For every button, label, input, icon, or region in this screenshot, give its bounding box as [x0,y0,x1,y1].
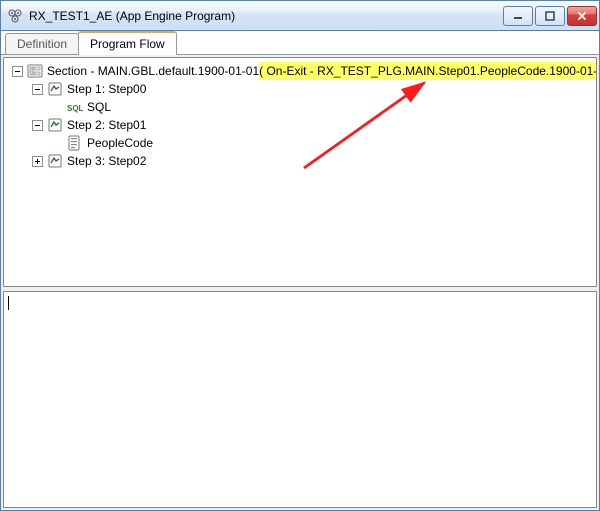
expando-plus-icon[interactable] [32,156,43,167]
minimize-button[interactable] [503,6,533,26]
detail-pane[interactable] [3,291,597,508]
window-title: RX_TEST1_AE (App Engine Program) [29,9,501,23]
app-engine-icon [7,8,23,24]
step2-node[interactable]: Step 2: Step01 [32,116,592,152]
section-highlight: ( On-Exit - RX_TEST_PLG.MAIN.Step01.Peop… [259,62,597,80]
peoplecode-icon [67,135,83,151]
client-area: Section - MAIN.GBL.default.1900-01-01 ( … [1,55,599,510]
maximize-button[interactable] [535,6,565,26]
expando-minus-icon[interactable] [12,66,23,77]
step3-node[interactable]: Step 3: Step02 [32,152,592,170]
expando-minus-icon[interactable] [32,120,43,131]
tab-row: Definition Program Flow [1,31,599,55]
text-caret [8,296,9,310]
program-flow-tree: Section - MAIN.GBL.default.1900-01-01 ( … [4,58,596,174]
step-icon [47,81,63,97]
expando-minus-icon[interactable] [32,84,43,95]
section-node[interactable]: Section - MAIN.GBL.default.1900-01-01 ( … [12,62,592,170]
section-label: Section - MAIN.GBL.default.1900-01-01 [47,62,259,80]
step1-action-node[interactable]: SQL SQL [52,98,592,116]
step1-action-label: SQL [87,98,111,116]
step2-label: Step 2: Step01 [67,116,146,134]
tab-program-flow[interactable]: Program Flow [78,31,177,55]
tab-definition[interactable]: Definition [5,33,79,54]
window-titlebar: RX_TEST1_AE (App Engine Program) [1,1,599,31]
step-icon [47,117,63,133]
window-buttons [501,6,597,26]
step1-node[interactable]: Step 1: Step00 SQL [32,80,592,116]
app-engine-window: RX_TEST1_AE (App Engine Program) Definit… [0,0,600,511]
close-button[interactable] [567,6,597,26]
tree-spacer [52,102,63,113]
tree-pane[interactable]: Section - MAIN.GBL.default.1900-01-01 ( … [3,57,597,287]
svg-text:SQL: SQL [67,104,83,113]
section-icon [27,63,43,79]
sql-icon: SQL [67,99,83,115]
step-icon [47,153,63,169]
step1-label: Step 1: Step00 [67,80,146,98]
step2-action-label: PeopleCode [87,134,153,152]
step2-action-node[interactable]: PeopleCode [52,134,592,152]
tree-spacer [52,138,63,149]
step3-label: Step 3: Step02 [67,152,146,170]
